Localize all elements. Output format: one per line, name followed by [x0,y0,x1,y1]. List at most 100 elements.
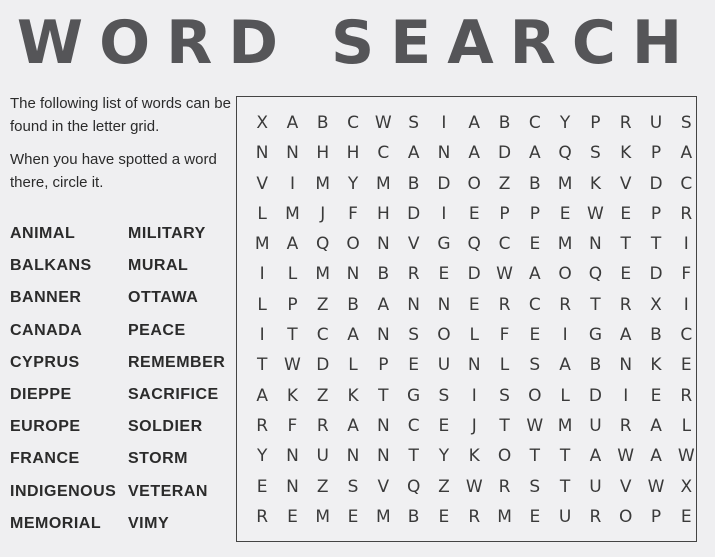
grid-letter[interactable]: L [489,350,519,380]
grid-letter[interactable]: C [489,229,519,259]
grid-letter[interactable]: U [550,502,580,532]
grid-letter[interactable]: S [520,350,550,380]
grid-letter[interactable]: X [641,290,671,320]
grid-letter[interactable]: W [611,441,641,471]
grid-letter[interactable]: M [308,169,338,199]
grid-letter[interactable]: Y [338,169,368,199]
grid-letter[interactable]: O [550,259,580,289]
grid-letter[interactable]: P [641,138,671,168]
grid-letter[interactable]: T [247,350,277,380]
grid-letter[interactable]: L [247,199,277,229]
grid-letter[interactable]: T [489,411,519,441]
grid-letter[interactable]: A [580,441,610,471]
grid-letter[interactable]: B [368,259,398,289]
grid-letter[interactable]: N [368,320,398,350]
grid-letter[interactable]: S [580,138,610,168]
grid-letter[interactable]: N [429,290,459,320]
grid-letter[interactable]: I [671,229,701,259]
grid-letter[interactable]: D [308,350,338,380]
grid-letter[interactable]: T [611,229,641,259]
grid-letter[interactable]: T [520,441,550,471]
grid-letter[interactable]: L [459,320,489,350]
grid-letter[interactable]: Q [580,259,610,289]
grid-letter[interactable]: B [520,169,550,199]
grid-letter[interactable]: B [580,350,610,380]
grid-letter[interactable]: K [277,381,307,411]
grid-letter[interactable]: D [489,138,519,168]
grid-letter[interactable]: A [520,259,550,289]
grid-letter[interactable]: P [580,108,610,138]
grid-letter[interactable]: Q [398,472,428,502]
grid-letter[interactable]: B [398,169,428,199]
grid-letter[interactable]: A [398,138,428,168]
grid-letter[interactable]: C [671,169,701,199]
grid-letter[interactable]: E [459,199,489,229]
grid-letter[interactable]: D [459,259,489,289]
grid-letter[interactable]: M [550,169,580,199]
grid-letter[interactable]: A [277,229,307,259]
grid-letter[interactable]: L [338,350,368,380]
grid-letter[interactable]: X [247,108,277,138]
grid-letter[interactable]: N [277,472,307,502]
grid-letter[interactable]: Y [550,108,580,138]
grid-letter[interactable]: A [641,411,671,441]
grid-letter[interactable]: T [580,290,610,320]
grid-letter[interactable]: D [641,259,671,289]
grid-letter[interactable]: L [247,290,277,320]
grid-letter[interactable]: I [429,199,459,229]
grid-letter[interactable]: E [459,290,489,320]
grid-letter[interactable]: U [580,411,610,441]
grid-letter[interactable]: M [277,199,307,229]
grid-letter[interactable]: E [520,502,550,532]
grid-letter[interactable]: P [277,290,307,320]
grid-letter[interactable]: K [611,138,641,168]
grid-letter[interactable]: P [641,502,671,532]
grid-letter[interactable]: R [611,108,641,138]
grid-letter[interactable]: Q [308,229,338,259]
grid-letter[interactable]: S [398,108,428,138]
grid-letter[interactable]: E [338,502,368,532]
grid-letter[interactable]: E [429,411,459,441]
grid-letter[interactable]: H [308,138,338,168]
grid-letter[interactable]: C [671,320,701,350]
grid-letter[interactable]: P [641,199,671,229]
grid-letter[interactable]: N [277,138,307,168]
grid-letter[interactable]: K [459,441,489,471]
grid-letter[interactable]: Z [308,290,338,320]
grid-letter[interactable]: B [489,108,519,138]
grid-letter[interactable]: A [520,138,550,168]
grid-letter[interactable]: P [368,350,398,380]
grid-letter[interactable]: R [489,472,519,502]
grid-letter[interactable]: C [368,138,398,168]
grid-letter[interactable]: N [368,411,398,441]
grid-letter[interactable]: N [368,229,398,259]
grid-letter[interactable]: I [277,169,307,199]
grid-letter[interactable]: R [580,502,610,532]
grid-letter[interactable]: R [308,411,338,441]
grid-letter[interactable]: E [611,259,641,289]
grid-letter[interactable]: A [671,138,701,168]
grid-letter[interactable]: F [277,411,307,441]
grid-letter[interactable]: B [398,502,428,532]
grid-letter[interactable]: J [308,199,338,229]
grid-letter[interactable]: A [550,350,580,380]
grid-letter[interactable]: R [671,199,701,229]
grid-letter[interactable]: B [338,290,368,320]
grid-letter[interactable]: V [247,169,277,199]
grid-letter[interactable]: N [247,138,277,168]
grid-letter[interactable]: Q [550,138,580,168]
grid-letter[interactable]: E [277,502,307,532]
grid-letter[interactable]: W [459,472,489,502]
grid-letter[interactable]: A [368,290,398,320]
grid-letter[interactable]: G [580,320,610,350]
grid-letter[interactable]: M [247,229,277,259]
grid-letter[interactable]: B [308,108,338,138]
grid-letter[interactable]: A [611,320,641,350]
grid-letter[interactable]: V [611,472,641,502]
grid-letter[interactable]: B [641,320,671,350]
grid-letter[interactable]: T [398,441,428,471]
grid-letter[interactable]: A [641,441,671,471]
grid-letter[interactable]: Z [308,472,338,502]
grid-letter[interactable]: Z [489,169,519,199]
grid-letter[interactable]: L [277,259,307,289]
